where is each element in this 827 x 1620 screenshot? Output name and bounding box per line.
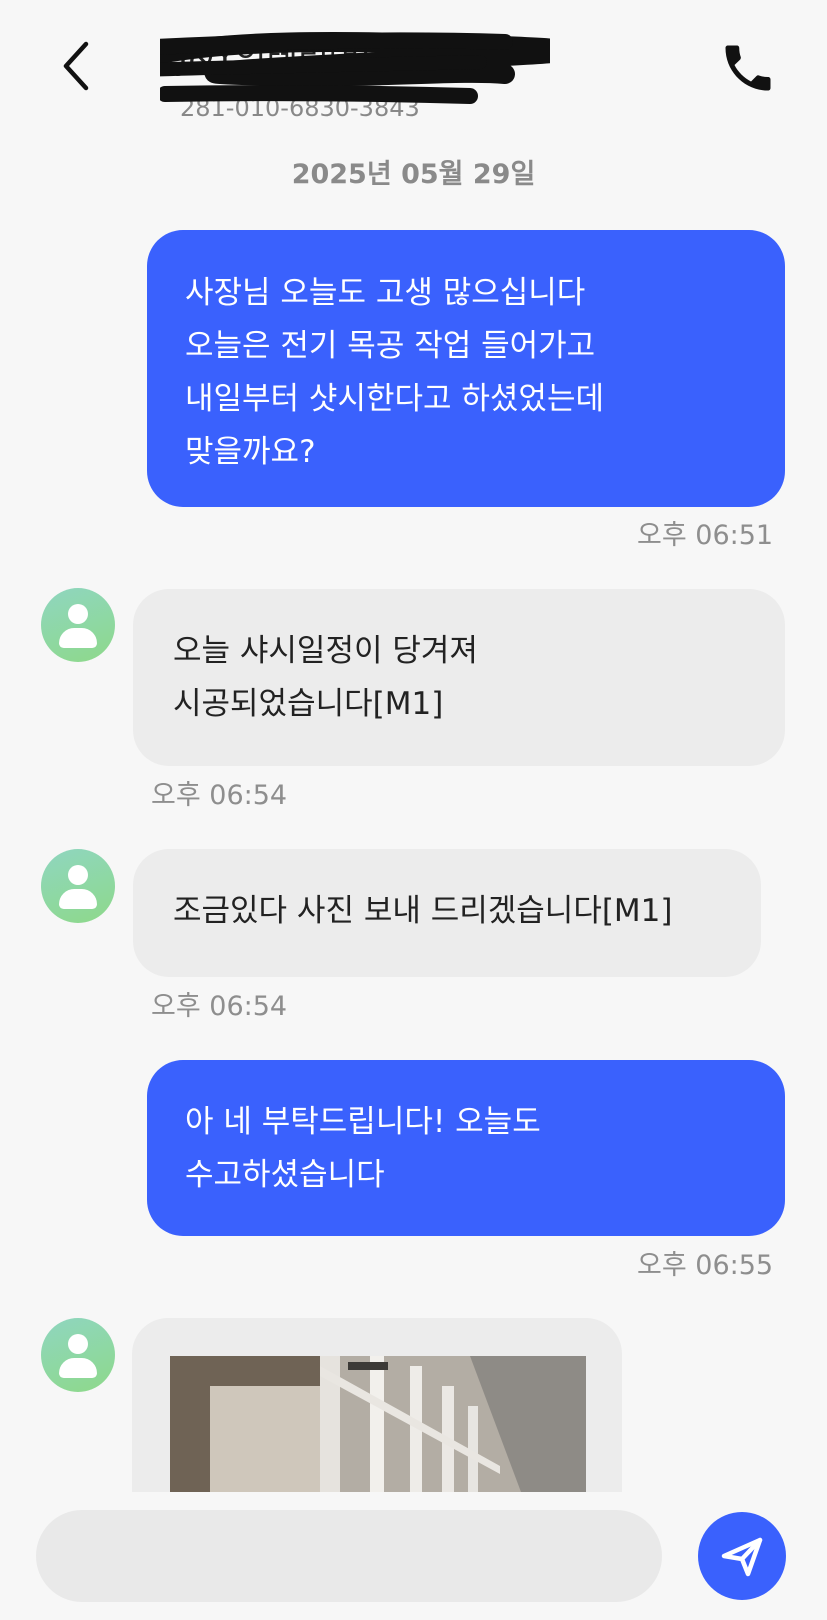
message-time: 오후 06:54 <box>151 991 288 1022</box>
phone-icon <box>725 45 771 91</box>
composer-bar <box>0 1492 827 1620</box>
back-button[interactable] <box>48 36 108 96</box>
person-icon-body <box>59 628 97 648</box>
person-icon <box>68 865 88 885</box>
person-icon <box>68 1334 88 1354</box>
contact-name: J&Y인테리어(운영실장) <box>178 38 513 78</box>
conversation-header: J&Y인테리어(운영실장) 281-010-6830-3843 <box>0 0 827 130</box>
conversation-screen: J&Y인테리어(운영실장) 281-010-6830-3843 2025년 05… <box>0 0 827 1620</box>
message-time: 오후 06:54 <box>151 780 288 811</box>
send-button[interactable] <box>698 1512 786 1600</box>
message-bubble-outgoing[interactable]: 사장님 오늘도 고생 많으십니다 오늘은 전기 목공 작업 들어가고 내일부터 … <box>147 230 785 507</box>
message-text: 아 네 부탁드립니다! 오늘도 수고하셨습니다 <box>185 1104 541 1193</box>
message-bubble-outgoing[interactable]: 아 네 부탁드립니다! 오늘도 수고하셨습니다 <box>147 1060 785 1236</box>
message-text: 조금있다 사진 보내 드리겠습니다[M1] <box>173 893 673 929</box>
message-text: 오늘 샤시일정이 당겨져 시공되었습니다[M1] <box>173 633 478 722</box>
chevron-left-icon <box>63 41 89 91</box>
person-icon <box>68 604 88 624</box>
contact-info[interactable]: J&Y인테리어(운영실장) 281-010-6830-3843 <box>160 18 550 122</box>
sender-avatar[interactable] <box>41 1318 115 1392</box>
person-icon-body <box>59 1358 97 1378</box>
message-time: 오후 06:51 <box>637 520 774 551</box>
sender-avatar[interactable] <box>41 588 115 662</box>
message-bubble-incoming[interactable]: 오늘 샤시일정이 당겨져 시공되었습니다[M1] <box>133 589 785 766</box>
message-time: 오후 06:55 <box>637 1250 774 1281</box>
message-input[interactable] <box>36 1510 662 1602</box>
send-icon <box>721 1537 763 1577</box>
person-icon-body <box>59 889 97 909</box>
message-bubble-image[interactable] <box>132 1318 622 1518</box>
message-text: 사장님 오늘도 고생 많으십니다 오늘은 전기 목공 작업 들어가고 내일부터 … <box>185 275 604 470</box>
sender-avatar[interactable] <box>41 849 115 923</box>
contact-number: 281-010-6830-3843 <box>180 94 420 122</box>
call-button[interactable] <box>718 38 778 98</box>
message-bubble-incoming[interactable]: 조금있다 사진 보내 드리겠습니다[M1] <box>133 849 761 977</box>
date-divider: 2025년 05월 29일 <box>291 159 536 190</box>
